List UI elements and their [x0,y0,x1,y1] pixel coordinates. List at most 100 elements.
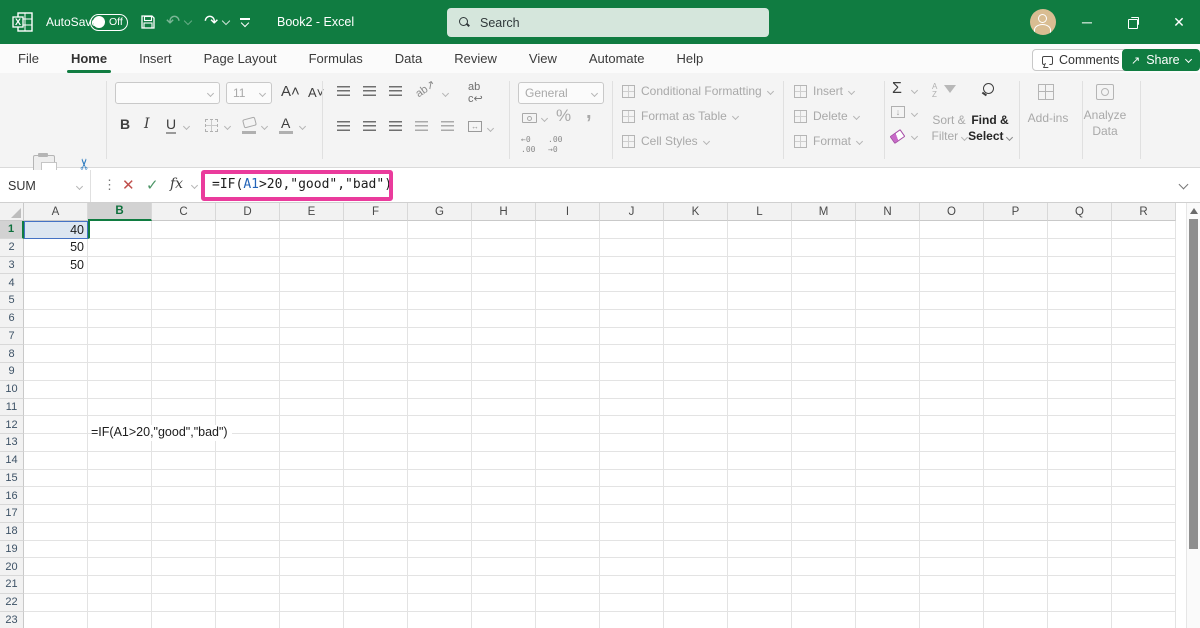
accounting-format-icon[interactable] [522,113,537,123]
cell-P8[interactable] [984,345,1048,363]
tab-home[interactable]: Home [66,47,112,73]
cell-E21[interactable] [280,576,344,594]
cancel-button[interactable]: ✕ [122,176,135,194]
cell-K20[interactable] [664,558,728,576]
cell-C10[interactable] [152,380,216,399]
cell-J18[interactable] [600,522,664,541]
cell-N4[interactable] [856,274,920,292]
cell-O17[interactable] [920,505,984,523]
cell-D6[interactable] [216,309,280,328]
cell-D11[interactable] [216,398,280,417]
cell-O23[interactable] [920,611,984,628]
cell-K6[interactable] [664,309,728,328]
font-color-button[interactable]: A [281,115,290,131]
cell-A20[interactable] [24,558,88,576]
cell-K21[interactable] [664,576,728,594]
cell-J8[interactable] [600,345,664,363]
enter-button[interactable]: ✓ [146,176,159,194]
cell-H21[interactable] [472,576,536,594]
cell-L11[interactable] [728,398,792,417]
cell-J9[interactable] [600,363,664,381]
align-right-icon[interactable] [389,121,402,131]
cell-O22[interactable] [920,593,984,612]
tab-page-layout[interactable]: Page Layout [202,47,279,70]
select-all-corner[interactable] [0,203,24,221]
expand-formula-bar-icon[interactable] [1178,179,1189,190]
cell-I16[interactable] [536,487,600,505]
formula-input[interactable]: =IF(A1>20,"good","bad") [212,177,392,192]
cell-B22[interactable] [88,593,152,612]
cell-P17[interactable] [984,505,1048,523]
cell-L6[interactable] [728,309,792,328]
cell-B23[interactable] [88,611,152,628]
cell-J4[interactable] [600,274,664,292]
cell-B11[interactable] [88,398,152,417]
column-header-M[interactable]: M [792,203,856,221]
cell-R10[interactable] [1112,380,1176,399]
cell-M15[interactable] [792,469,856,488]
font-size-select[interactable]: 11 [226,82,272,104]
cell-H11[interactable] [472,398,536,417]
cell-G21[interactable] [408,576,472,594]
cell-M16[interactable] [792,487,856,505]
cell-R8[interactable] [1112,345,1176,363]
cell-O15[interactable] [920,469,984,488]
tab-automate[interactable]: Automate [587,47,647,70]
cell-Q20[interactable] [1048,558,1112,576]
cell-G22[interactable] [408,593,472,612]
cell-D22[interactable] [216,593,280,612]
cell-K1[interactable] [664,221,728,239]
cell-K3[interactable] [664,256,728,275]
vertical-scrollbar[interactable] [1186,203,1200,628]
cell-P23[interactable] [984,611,1048,628]
cell-L9[interactable] [728,363,792,381]
cell-R16[interactable] [1112,487,1176,505]
fill-chevron-icon[interactable] [910,109,919,118]
cell-H2[interactable] [472,238,536,257]
cell-E12[interactable] [280,416,344,434]
cell-K10[interactable] [664,380,728,399]
tab-data[interactable]: Data [393,47,424,70]
cell-I14[interactable] [536,451,600,470]
cell-J22[interactable] [600,593,664,612]
cell-D20[interactable] [216,558,280,576]
cell-L21[interactable] [728,576,792,594]
tab-view[interactable]: View [527,47,559,70]
cell-Q18[interactable] [1048,522,1112,541]
cell-Q19[interactable] [1048,540,1112,559]
cell-L14[interactable] [728,451,792,470]
cell-E23[interactable] [280,611,344,628]
cell-E5[interactable] [280,292,344,310]
cell-F11[interactable] [344,398,408,417]
cell-N21[interactable] [856,576,920,594]
cell-B15[interactable] [88,469,152,488]
cell-Q2[interactable] [1048,238,1112,257]
cell-D14[interactable] [216,451,280,470]
cell-C11[interactable] [152,398,216,417]
cell-L3[interactable] [728,256,792,275]
cell-F13[interactable] [344,434,408,452]
cell-R9[interactable] [1112,363,1176,381]
cell-J17[interactable] [600,505,664,523]
cell-K19[interactable] [664,540,728,559]
cell-Q23[interactable] [1048,611,1112,628]
cell-M9[interactable] [792,363,856,381]
cell-P18[interactable] [984,522,1048,541]
insert-cells-button[interactable]: Insert [794,84,856,98]
cell-E6[interactable] [280,309,344,328]
cell-I12[interactable] [536,416,600,434]
scroll-up-icon[interactable] [1190,208,1198,214]
cell-I8[interactable] [536,345,600,363]
cell-P13[interactable] [984,434,1048,452]
format-cells-button[interactable]: Format [794,134,864,148]
cell-H14[interactable] [472,451,536,470]
cell-B4[interactable] [88,274,152,292]
cell-N18[interactable] [856,522,920,541]
cell-M20[interactable] [792,558,856,576]
cell-R2[interactable] [1112,238,1176,257]
cell-E1[interactable] [280,221,344,239]
cell-K8[interactable] [664,345,728,363]
cell-O8[interactable] [920,345,984,363]
column-header-H[interactable]: H [472,203,536,221]
cell-P3[interactable] [984,256,1048,275]
